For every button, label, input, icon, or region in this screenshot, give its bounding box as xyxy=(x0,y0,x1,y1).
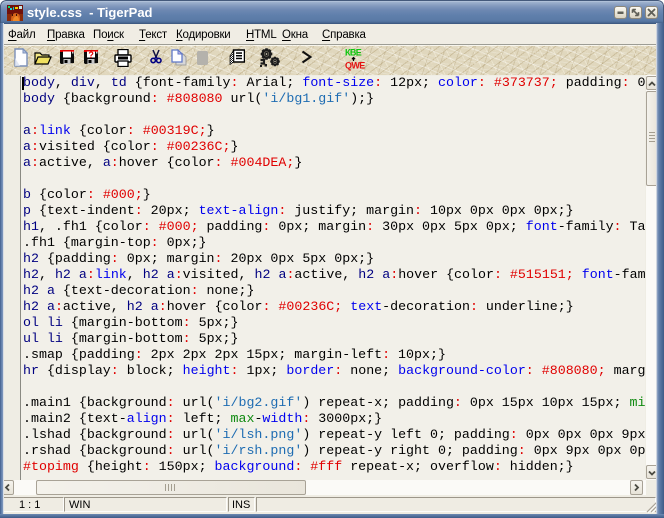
svg-text:КВЕ: КВЕ xyxy=(345,48,362,58)
svg-text:QWE: QWE xyxy=(345,61,365,71)
svg-text:?: ? xyxy=(88,50,94,60)
